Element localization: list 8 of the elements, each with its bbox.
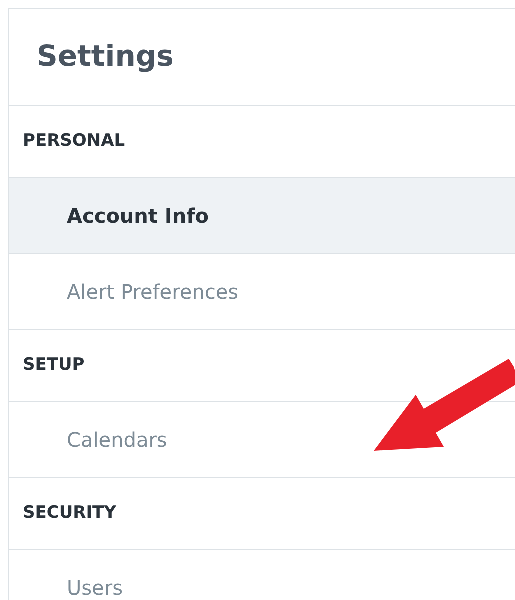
settings-menu-item[interactable]: Users [9,550,515,600]
settings-menu-item[interactable]: Account Info [9,178,515,254]
settings-menu-item[interactable]: Calendars [9,402,515,478]
settings-title: Settings [37,38,174,76]
section-heading: SETUP [23,354,85,377]
section-heading: SECURITY [23,502,116,525]
settings-menu-item[interactable]: Alert Preferences [9,254,515,330]
section-heading: PERSONAL [23,130,126,153]
